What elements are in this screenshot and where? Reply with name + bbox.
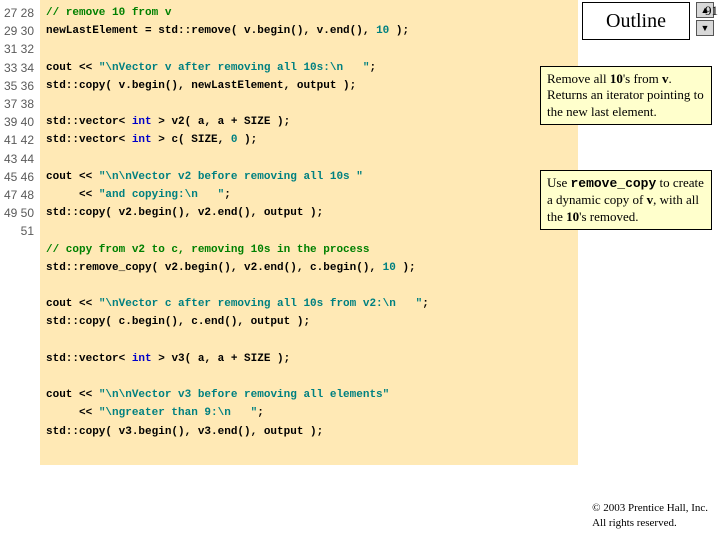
outline-heading-box: Outline: [582, 2, 690, 40]
outline-label: Outline: [606, 10, 666, 33]
anno-text: Use: [547, 175, 570, 190]
copyright-line: © 2003 Prentice Hall, Inc.: [592, 501, 708, 515]
anno-text: 's from: [623, 71, 662, 86]
annotation-remove: Remove all 10's from v. Returns an itera…: [540, 66, 712, 125]
page-number: 91: [705, 3, 718, 19]
line-number-gutter: 27 28 29 30 31 32 33 34 35 36 37 38 39 4…: [0, 0, 40, 465]
anno-text: Remove all: [547, 71, 610, 86]
copyright-line: All rights reserved.: [592, 516, 708, 530]
annotation-remove-copy: Use remove_copy to create a dynamic copy…: [540, 170, 712, 230]
anno-bold: 10: [566, 209, 579, 224]
code-content: // remove 10 from v newLastElement = std…: [40, 0, 578, 465]
anno-bold: 10: [610, 71, 623, 86]
scroll-down-button[interactable]: ▼: [696, 20, 714, 36]
copyright-notice: © 2003 Prentice Hall, Inc. All rights re…: [592, 501, 708, 530]
code-block: 27 28 29 30 31 32 33 34 35 36 37 38 39 4…: [0, 0, 578, 465]
anno-code: remove_copy: [570, 176, 656, 191]
anno-text: 's removed.: [579, 209, 638, 224]
